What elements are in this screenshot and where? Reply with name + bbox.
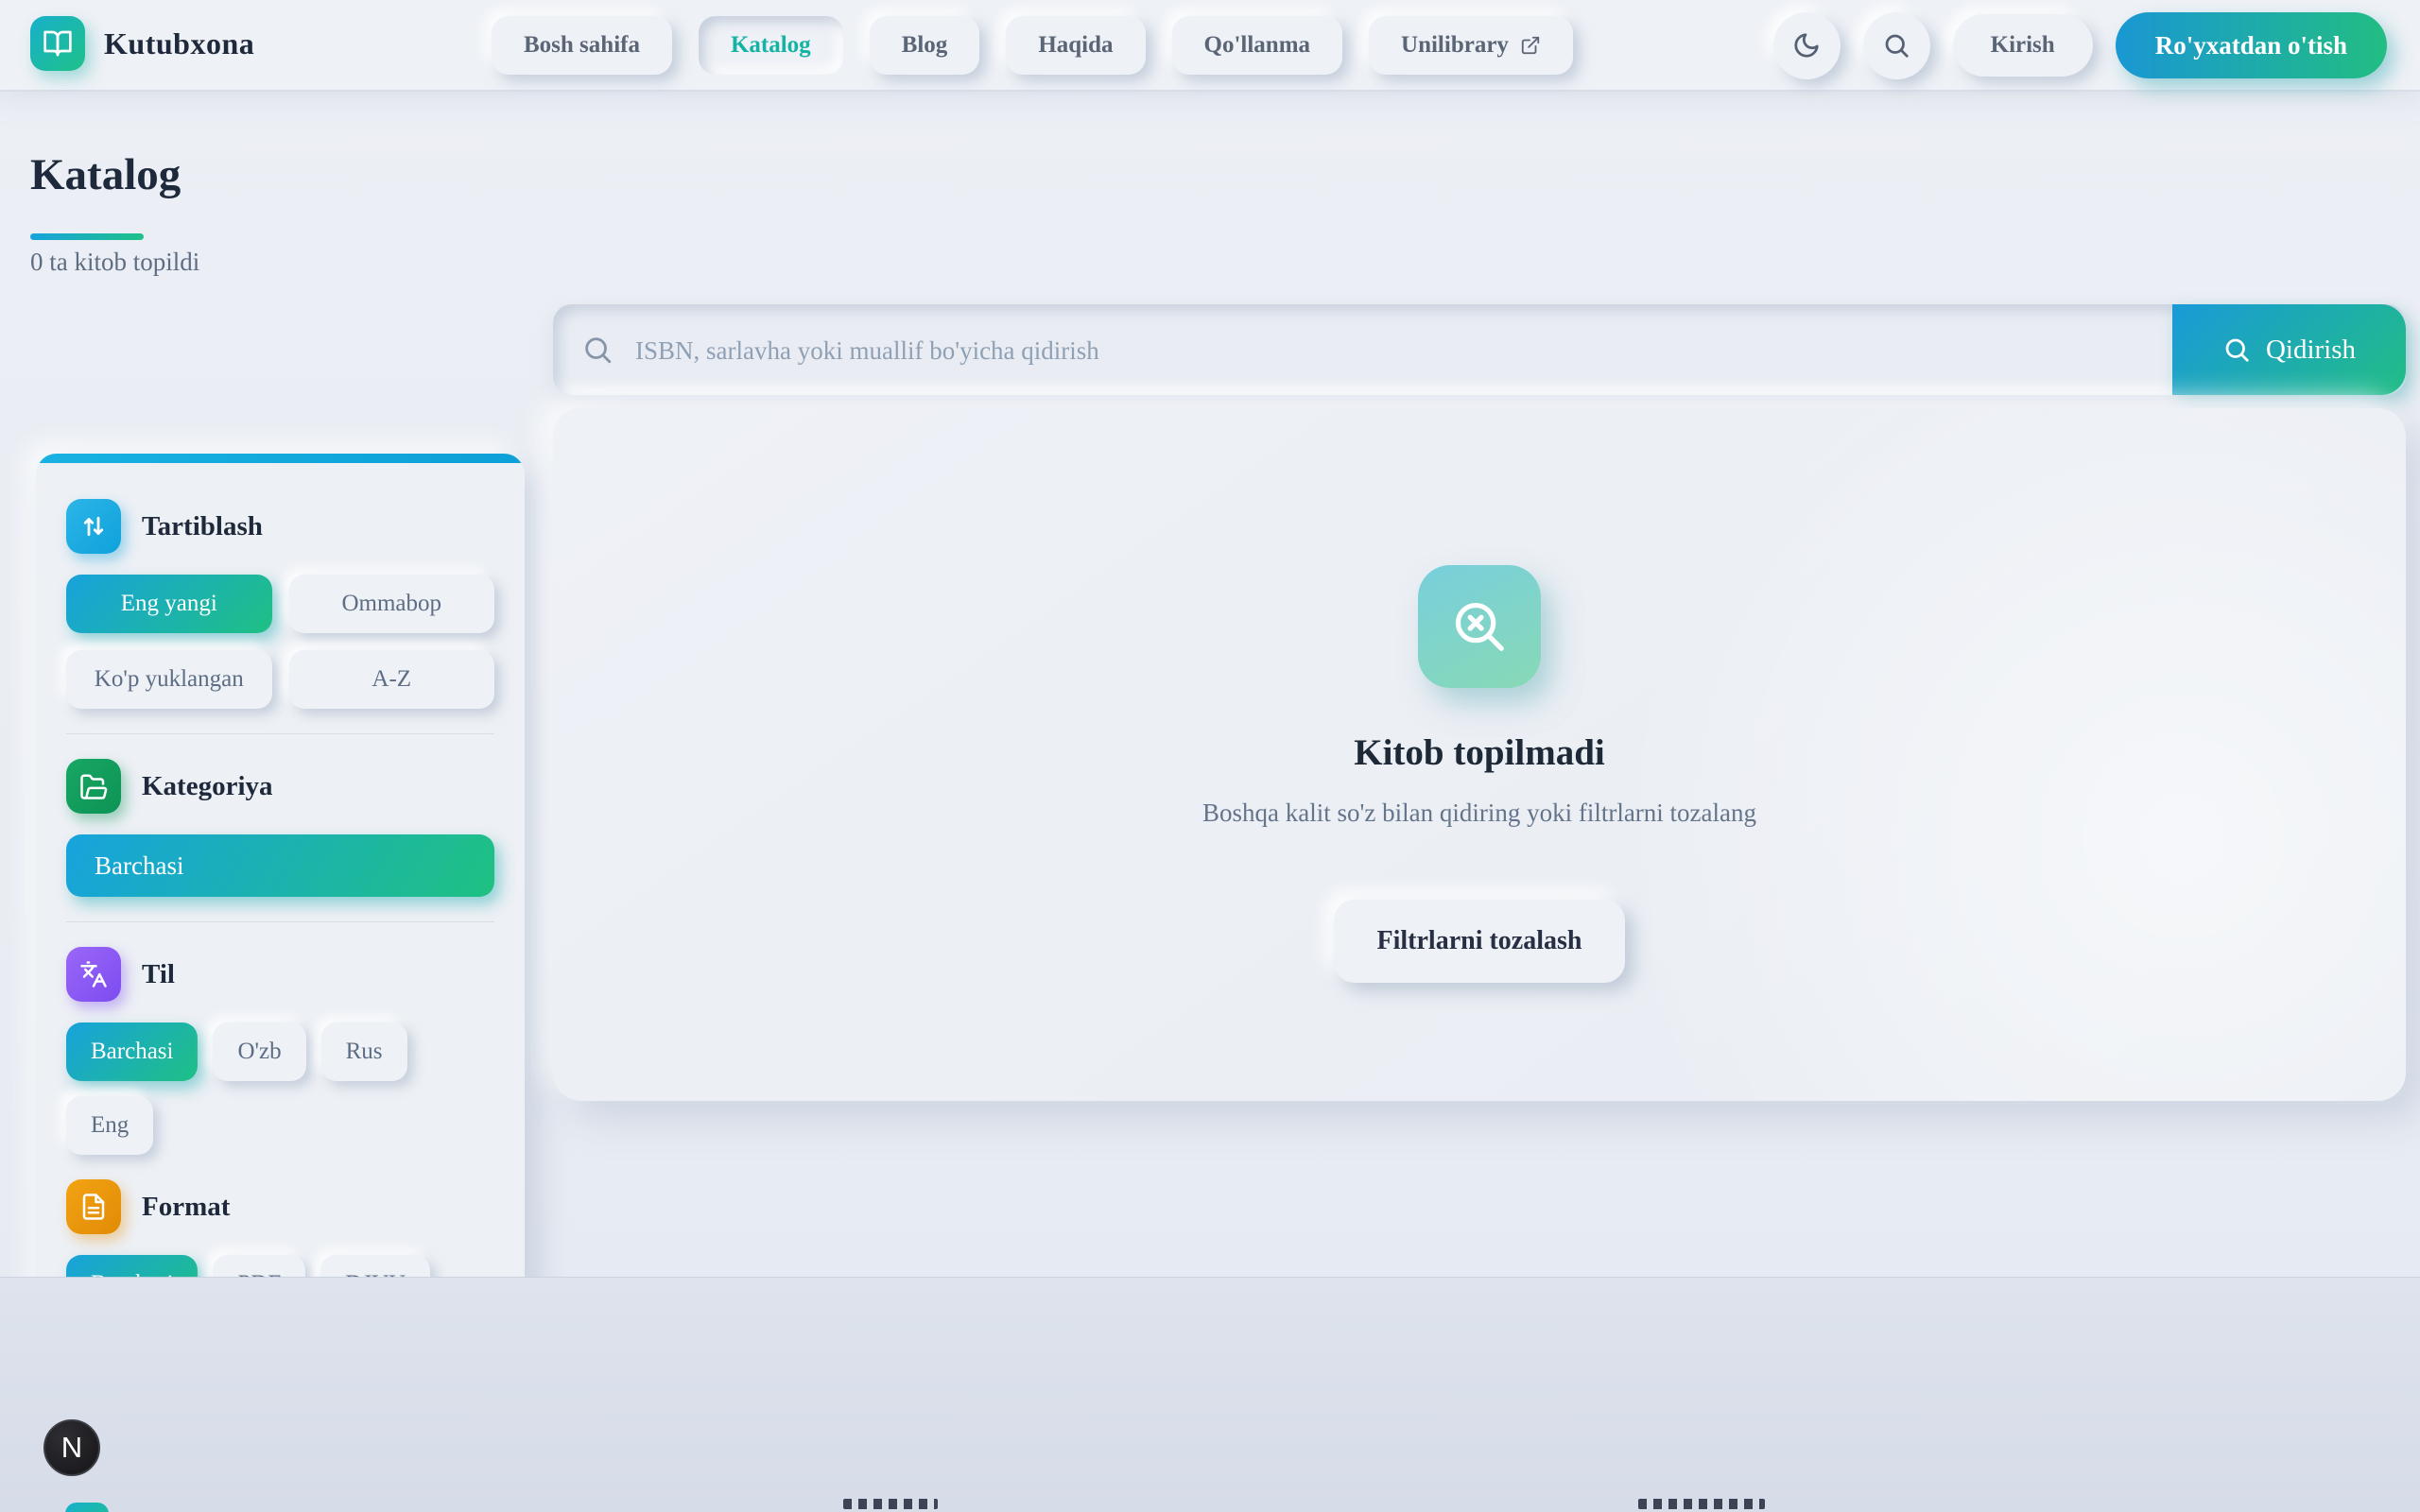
empty-state-title: Kitob topilmadi xyxy=(1354,731,1604,774)
search-icon xyxy=(1882,31,1910,60)
divider xyxy=(66,921,494,922)
header-search-button[interactable] xyxy=(1863,12,1930,79)
folder-open-icon xyxy=(66,759,121,814)
sort-icon xyxy=(66,499,121,554)
search-submit-button[interactable]: Qidirish xyxy=(2172,304,2406,395)
catalog-searchbar: Qidirish xyxy=(553,304,2406,395)
results-panel: Kitob topilmadi Boshqa kalit so'z bilan … xyxy=(553,408,2406,1101)
empty-state-subtitle: Boshqa kalit so'z bilan qidiring yoki fi… xyxy=(1202,799,1756,828)
filter-sidebar: Tartiblash Eng yangi Ommabop Ko'p yuklan… xyxy=(36,454,525,1351)
external-link-icon xyxy=(1520,35,1541,56)
theme-toggle-button[interactable] xyxy=(1773,12,1841,79)
nav-item-haqida[interactable]: Haqida xyxy=(1006,16,1145,75)
brand-title: Kutubxona xyxy=(104,26,254,61)
format-section-title: Format xyxy=(142,1192,230,1223)
result-count: 0 ta kitob topildi xyxy=(30,248,199,277)
app-logo-link[interactable]: Kutubxona xyxy=(30,16,254,71)
divider xyxy=(66,733,494,734)
sort-options: Eng yangi Ommabop Ko'p yuklangan A-Z xyxy=(66,575,494,709)
clear-filters-button[interactable]: Filtrlarni tozalash xyxy=(1334,900,1626,983)
catalog-page: Kutubxona Bosh sahifa Katalog Blog Haqid… xyxy=(0,0,2420,1512)
search-icon xyxy=(581,334,614,366)
footer-logo-icon xyxy=(65,1503,109,1512)
footer-partial: N xyxy=(0,1278,2420,1512)
catalog-search-input[interactable] xyxy=(633,304,2150,397)
nav-item-bosh-sahifa[interactable]: Bosh sahifa xyxy=(492,16,672,75)
language-option-rus[interactable]: Rus xyxy=(321,1022,407,1081)
translate-icon xyxy=(66,947,121,1002)
language-options: Barchasi O'zb Rus Eng xyxy=(66,1022,494,1155)
file-text-icon xyxy=(66,1179,121,1234)
login-button[interactable]: Kirish xyxy=(1953,14,2093,77)
format-section-header: Format xyxy=(66,1179,494,1234)
page-title: Katalog xyxy=(30,149,181,200)
header-actions: Kirish Ro'yxatdan o'tish xyxy=(1773,11,2387,79)
header: Kutubxona Bosh sahifa Katalog Blog Haqid… xyxy=(0,0,2420,90)
category-option-barchasi[interactable]: Barchasi xyxy=(66,834,494,897)
nextjs-dev-badge[interactable]: N xyxy=(43,1419,100,1476)
sort-option-eng-yangi[interactable]: Eng yangi xyxy=(66,575,272,633)
category-section-header: Kategoriya xyxy=(66,759,494,814)
nav-item-katalog[interactable]: Katalog xyxy=(699,16,843,75)
moon-icon xyxy=(1792,31,1821,60)
language-option-ozb[interactable]: O'zb xyxy=(213,1022,305,1081)
language-section-header: Til xyxy=(66,947,494,1002)
footer-heading-partial xyxy=(1638,1499,1765,1509)
sort-option-kop-yuklangan[interactable]: Ko'p yuklangan xyxy=(66,650,272,709)
language-option-eng[interactable]: Eng xyxy=(66,1096,153,1155)
language-section-title: Til xyxy=(142,959,175,990)
search-icon xyxy=(2222,335,2251,364)
register-button[interactable]: Ro'yxatdan o'tish xyxy=(2116,12,2387,78)
sort-option-ommabop[interactable]: Ommabop xyxy=(289,575,495,633)
title-underline xyxy=(30,233,144,240)
footer-heading-partial xyxy=(843,1499,938,1509)
book-open-icon xyxy=(30,16,85,71)
category-section-title: Kategoriya xyxy=(142,771,273,802)
main-nav: Bosh sahifa Katalog Blog Haqida Qo'llanm… xyxy=(492,16,1573,75)
nav-item-qollanma[interactable]: Qo'llanma xyxy=(1172,16,1343,75)
sort-section-header: Tartiblash xyxy=(66,499,494,554)
nav-item-blog[interactable]: Blog xyxy=(870,16,980,75)
sort-option-a-z[interactable]: A-Z xyxy=(289,650,495,709)
sort-section-title: Tartiblash xyxy=(142,511,263,542)
language-option-barchasi[interactable]: Barchasi xyxy=(66,1022,198,1081)
nav-item-unilibrary[interactable]: Unilibrary xyxy=(1369,16,1573,75)
search-submit-label: Qidirish xyxy=(2266,335,2356,366)
search-x-icon xyxy=(1418,565,1541,688)
nav-item-label: Unilibrary xyxy=(1401,32,1509,59)
